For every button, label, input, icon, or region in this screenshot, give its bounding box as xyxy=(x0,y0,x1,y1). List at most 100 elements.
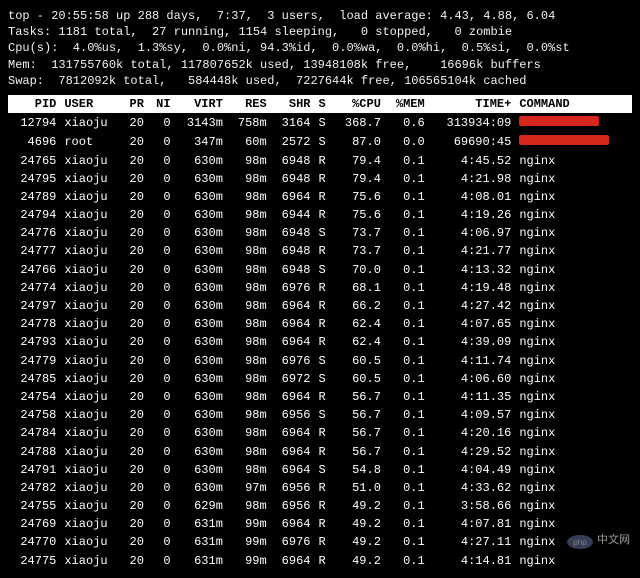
cell-res: 98m xyxy=(227,152,271,170)
cell-virt: 630m xyxy=(175,370,227,388)
process-row[interactable]: 24754xiaoju200630m98m6964R56.70.14:11.35… xyxy=(8,388,632,406)
cell-s: S xyxy=(314,224,332,242)
cell-s: R xyxy=(314,333,332,351)
cell-time: 4:09.57 xyxy=(429,406,516,424)
process-row[interactable]: 24793xiaoju200630m98m6964R62.40.14:39.09… xyxy=(8,333,632,351)
col-pid[interactable]: PID xyxy=(8,95,60,113)
cell-shr: 6976 xyxy=(271,533,315,551)
col-shr[interactable]: SHR xyxy=(271,95,315,113)
header-row[interactable]: PID USER PR NI VIRT RES SHR S %CPU %MEM … xyxy=(8,95,632,113)
cell-user: xiaoju xyxy=(60,333,121,351)
col-time[interactable]: TIME+ xyxy=(429,95,516,113)
process-row[interactable]: 24794xiaoju200630m98m6944R75.60.14:19.26… xyxy=(8,206,632,224)
cell-cpu: 87.0 xyxy=(333,132,385,151)
cell-command: nginx xyxy=(515,152,632,170)
cell-ni: 0 xyxy=(148,388,175,406)
cell-time: 4:21.98 xyxy=(429,170,516,188)
col-ni[interactable]: NI xyxy=(148,95,175,113)
cell-virt: 630m xyxy=(175,443,227,461)
process-row[interactable]: 24769xiaoju200631m99m6964R49.20.14:07.81… xyxy=(8,515,632,533)
col-pr[interactable]: PR xyxy=(121,95,148,113)
cell-virt: 631m xyxy=(175,515,227,533)
cell-time: 4:21.77 xyxy=(429,242,516,260)
cell-cpu: 62.4 xyxy=(333,315,385,333)
cell-s: R xyxy=(314,206,332,224)
process-row[interactable]: 24758xiaoju200630m98m6956S56.70.14:09.57… xyxy=(8,406,632,424)
cell-mem: 0.1 xyxy=(385,424,429,442)
col-res[interactable]: RES xyxy=(227,95,271,113)
cell-shr: 6964 xyxy=(271,315,315,333)
process-row[interactable]: 24782xiaoju200630m97m6956R51.00.14:33.62… xyxy=(8,479,632,497)
cell-ni: 0 xyxy=(148,370,175,388)
col-command[interactable]: COMMAND xyxy=(515,95,632,113)
process-row[interactable]: 24775xiaoju200631m99m6964R49.20.14:14.81… xyxy=(8,552,632,570)
cell-pr: 20 xyxy=(121,242,148,260)
cell-ni: 0 xyxy=(148,279,175,297)
cell-user: xiaoju xyxy=(60,113,121,132)
col-virt[interactable]: VIRT xyxy=(175,95,227,113)
process-row[interactable]: 24779xiaoju200630m98m6976S60.50.14:11.74… xyxy=(8,352,632,370)
cell-shr: 6964 xyxy=(271,424,315,442)
process-row[interactable]: 24789xiaoju200630m98m6964R75.60.14:08.01… xyxy=(8,188,632,206)
cell-ni: 0 xyxy=(148,497,175,515)
process-row[interactable]: 24755xiaoju200629m98m6956R49.20.13:58.66… xyxy=(8,497,632,515)
php-logo-icon: php xyxy=(567,535,593,549)
process-row[interactable]: 24770xiaoju200631m99m6976R49.20.14:27.11… xyxy=(8,533,632,551)
process-row[interactable]: 24791xiaoju200630m98m6964S54.80.14:04.49… xyxy=(8,461,632,479)
cell-virt: 630m xyxy=(175,152,227,170)
process-row[interactable]: 24765xiaoju200630m98m6948R79.40.14:45.52… xyxy=(8,152,632,170)
cell-ni: 0 xyxy=(148,224,175,242)
cell-time: 4:07.65 xyxy=(429,315,516,333)
cell-res: 60m xyxy=(227,132,271,151)
cell-ni: 0 xyxy=(148,352,175,370)
process-row[interactable]: 24777xiaoju200630m98m6948R73.70.14:21.77… xyxy=(8,242,632,260)
cell-s: S xyxy=(314,406,332,424)
cell-command xyxy=(515,113,632,132)
process-row[interactable]: 24784xiaoju200630m98m6964R56.70.14:20.16… xyxy=(8,424,632,442)
cell-pid: 24775 xyxy=(8,552,60,570)
cell-res: 98m xyxy=(227,388,271,406)
cell-ni: 0 xyxy=(148,315,175,333)
col-cpu[interactable]: %CPU xyxy=(333,95,385,113)
cell-pr: 20 xyxy=(121,370,148,388)
cell-shr: 6956 xyxy=(271,406,315,424)
process-row[interactable]: 24766xiaoju200630m98m6948S70.00.14:13.32… xyxy=(8,261,632,279)
cell-virt: 630m xyxy=(175,224,227,242)
cell-user: xiaoju xyxy=(60,170,121,188)
col-mem[interactable]: %MEM xyxy=(385,95,429,113)
cell-time: 4:29.52 xyxy=(429,443,516,461)
cell-mem: 0.1 xyxy=(385,333,429,351)
cell-mem: 0.1 xyxy=(385,443,429,461)
cell-shr: 6964 xyxy=(271,552,315,570)
cell-mem: 0.1 xyxy=(385,152,429,170)
process-row[interactable]: 24797xiaoju200630m98m6964R66.20.14:27.42… xyxy=(8,297,632,315)
col-user[interactable]: USER xyxy=(60,95,121,113)
cell-ni: 0 xyxy=(148,152,175,170)
col-s[interactable]: S xyxy=(314,95,332,113)
cell-ni: 0 xyxy=(148,533,175,551)
cell-mem: 0.1 xyxy=(385,533,429,551)
cell-user: xiaoju xyxy=(60,406,121,424)
cell-s: R xyxy=(314,443,332,461)
cell-command: nginx xyxy=(515,406,632,424)
cell-time: 4:45.52 xyxy=(429,152,516,170)
cell-pid: 24791 xyxy=(8,461,60,479)
process-row[interactable]: 24774xiaoju200630m98m6976R68.10.14:19.48… xyxy=(8,279,632,297)
process-row[interactable]: 24785xiaoju200630m98m6972S60.50.14:06.60… xyxy=(8,370,632,388)
cell-command: nginx xyxy=(515,333,632,351)
cell-cpu: 79.4 xyxy=(333,152,385,170)
cell-cpu: 49.2 xyxy=(333,552,385,570)
process-row[interactable]: 12794xiaoju2003143m758m3164S368.70.63139… xyxy=(8,113,632,132)
cell-virt: 630m xyxy=(175,424,227,442)
cell-pid: 24754 xyxy=(8,388,60,406)
process-row[interactable]: 24788xiaoju200630m98m6964R56.70.14:29.52… xyxy=(8,443,632,461)
cell-pr: 20 xyxy=(121,461,148,479)
cell-res: 98m xyxy=(227,224,271,242)
cell-virt: 630m xyxy=(175,406,227,424)
process-row[interactable]: 4696root200347m60m2572S87.00.069690:45 xyxy=(8,132,632,151)
process-row[interactable]: 24776xiaoju200630m98m6948S73.70.14:06.97… xyxy=(8,224,632,242)
process-row[interactable]: 24778xiaoju200630m98m6964R62.40.14:07.65… xyxy=(8,315,632,333)
cell-mem: 0.1 xyxy=(385,352,429,370)
cell-user: xiaoju xyxy=(60,533,121,551)
process-row[interactable]: 24795xiaoju200630m98m6948R79.40.14:21.98… xyxy=(8,170,632,188)
